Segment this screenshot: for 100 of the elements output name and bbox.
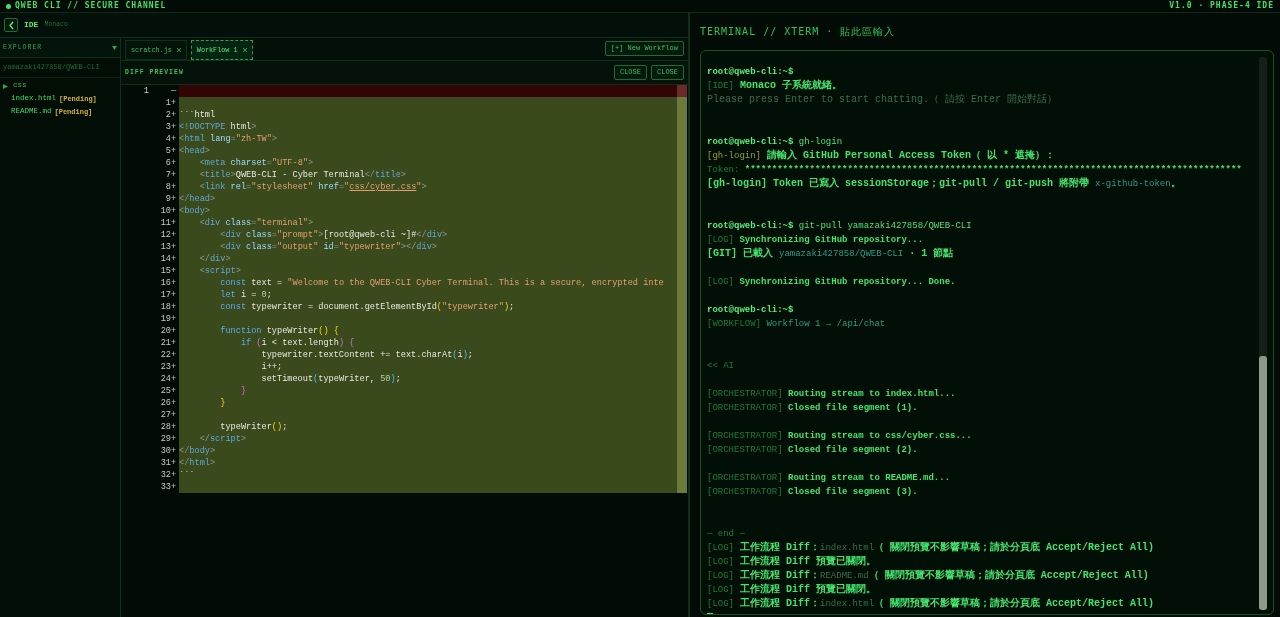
terminal-line: root@qweb-cli:~$ gh-login [707,137,843,148]
terminal-line: [LOG] Synchronizing GitHub repository... Done. [707,277,956,288]
line-number: 23 [159,361,171,373]
scrollbar[interactable] [1259,57,1267,610]
terminal-line: [LOG] 工作流程 Diff 預覽已關閉。 [707,585,877,596]
close-icon[interactable] [176,48,181,52]
diff-sign: + [171,241,178,253]
line-number: 16 [159,277,171,289]
app-title: QWEB CLI // SECURE CHANNEL [15,0,167,12]
dropdown-icon[interactable] [112,45,117,50]
line-number: 9 [164,193,171,205]
line-number: 5 [164,145,171,157]
terminal-line: root@qweb-cli:~$ git-pull yamazaki427858/QWEB-CLI [707,221,972,232]
diff-sign: + [171,205,178,217]
diff-sign: + [171,277,178,289]
terminal-line: [ORCHESTRATOR] Routing stream to README.md... [707,473,951,484]
diff-sign: + [171,421,178,433]
chevron-icon [8,20,14,30]
line-number: 26 [159,397,171,409]
terminal-line: [gh-login] Token 已寫入 sessionStorage；git-pull / git-push 將附帶 x-github-token。 [707,179,1181,190]
terminal-line: [ORCHESTRATOR] Routing stream to css/cyber.css... [707,431,972,442]
line-number: 27 [159,409,171,421]
line-number: 14 [159,253,171,265]
line-number: 20 [159,325,171,337]
back-button[interactable] [4,18,18,32]
diff-sign: + [171,457,178,469]
line-number: 31 [159,457,171,469]
terminal-line: root@qweb-cli:~$ [707,305,794,316]
terminal-line: [LOG] 工作流程 Diff：index.html（ 關閉預覽不影響草稿；請於分頁底 Accept/Reject All) [707,543,1155,554]
diff-sign: + [171,349,178,361]
line-number: 1 [142,85,149,97]
diff-sign: + [171,373,178,385]
line-number: 33 [159,481,171,493]
terminal-line: [ORCHESTRATOR] Routing stream to index.html... [707,389,956,400]
line-number: 1 [164,97,171,109]
diff-sign: + [171,433,178,445]
line-number: 18 [159,301,171,313]
terminal-line: [WORKFLOW] Workflow 1 → /api/chat [707,319,886,330]
diff-sign: + [171,157,178,169]
diff-sign: — [171,85,178,97]
diff-sign: + [171,385,178,397]
diff-sign: + [171,97,178,109]
terminal-line: root@qweb-cli:~$ [707,67,794,78]
line-number: 30 [159,445,171,457]
status-dot-icon [6,3,11,9]
line-number: 12 [159,229,171,241]
line-number: 3 [164,121,171,133]
diff-sign: + [171,481,178,493]
diff-sign: + [171,409,178,421]
diff-sign: + [171,445,178,457]
line-number: 28 [159,421,171,433]
diff-sign: + [171,109,178,121]
terminal-line: [ORCHESTRATOR] Closed file segment (3). [707,487,918,498]
diff-sign: + [171,133,178,145]
line-number: 15 [159,265,171,277]
diff-sign: + [171,397,178,409]
terminal-line: [ORCHESTRATOR] Closed file segment (2). [707,445,918,456]
diff-sign: + [171,181,178,193]
line-number: 24 [159,373,171,385]
diff-sign: + [171,325,178,337]
scrollbar[interactable] [677,97,687,493]
terminal-panel[interactable] [700,50,1274,615]
terminal-line: — end — [707,529,745,540]
line-number: 22 [159,349,171,361]
diff-sign: + [171,121,178,133]
line-number: 17 [159,289,171,301]
diff-sign: + [171,361,178,373]
line-number: 7 [164,169,171,181]
terminal-line: [LOG] 工作流程 Diff：README.md（ 關閉預覽不影響草稿；請於分頁底 Accept/Reject All) [707,571,1149,582]
diff-sign: + [171,301,178,313]
line-number: 4 [164,133,171,145]
diff-sign: + [171,145,178,157]
diff-sign: + [171,313,178,325]
version-label: V1.0 · PHASE-4 IDE [1169,0,1274,12]
terminal-line: [gh-login] 請輸入 GitHub Personal Access Token（ 以 * 遮掩）： [707,151,1056,162]
line-number: 25 [159,385,171,397]
line-number: 32 [159,469,171,481]
terminal-line: << AI [707,361,734,372]
terminal-line: Token: ******************************************************************************************** [707,165,1242,176]
terminal-line: [LOG] 工作流程 Diff 預覽已關閉。 [707,557,877,568]
line-number: 6 [164,157,171,169]
line-number: 21 [159,337,171,349]
close-icon[interactable] [242,48,247,52]
line-number: 10 [159,205,171,217]
line-number: 8 [164,181,171,193]
diff-sign: + [171,229,178,241]
terminal-line: Please press Enter to start chatting.（ 請按 Enter 開始對話） [707,95,1058,106]
line-number: 13 [159,241,171,253]
ide-title: IDE [24,19,39,31]
terminal-line: [IDE] Monaco 子系統就緒。 [707,81,843,92]
terminal-title: TERMINAL // XTERM · 貼此區輸入 [700,25,896,40]
diff-sign: + [171,217,178,229]
terminal-line: [LOG] Synchronizing GitHub repository... [707,235,924,246]
diff-sign: + [171,253,178,265]
folder-arrow-icon[interactable] [3,83,8,89]
diff-sign: + [171,169,178,181]
line-number: 19 [159,313,171,325]
line-number: 29 [159,433,171,445]
terminal-line: [ORCHESTRATOR] Closed file segment (1). [707,403,918,414]
terminal-line: [GIT] 已載入 yamazaki427858/QWEB-CLI · 1 節點 [707,249,954,260]
